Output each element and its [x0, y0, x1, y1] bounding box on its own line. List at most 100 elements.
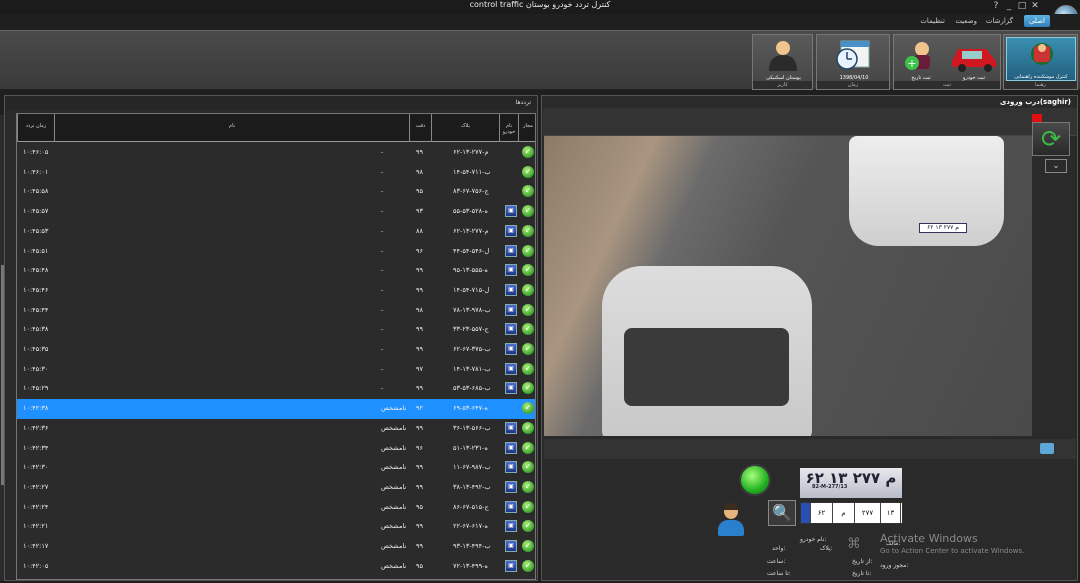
- cell-percent: ۹۶: [416, 443, 423, 452]
- ribbon-group-users: پوستان اسکنیکی کاربر: [752, 34, 813, 90]
- expand-button[interactable]: ⌄: [1045, 159, 1067, 173]
- col-type[interactable]: نام خودرو: [499, 114, 518, 142]
- cell-percent: ۹۹: [416, 285, 423, 294]
- cell-name: نامشخص: [381, 463, 407, 472]
- cell-plate: ۳۸-ب-۴۹۲-۱۳: [453, 482, 491, 491]
- table-row[interactable]: ۱۰:۴۵:۳۵ - ۹۹ ۶۲-ب-۳۷۵-۶۷ ▣ ✓: [17, 340, 535, 360]
- table-row[interactable]: ۱۰:۴۲:۲۷ نامشخص ۹۹ ۳۸-ب-۴۹۲-۱۳ ▣ ✓: [17, 478, 535, 498]
- plate-fields: ۶۲ م ۲۷۷ ۱۳: [800, 502, 903, 524]
- traffic-table: زمان تردد نام دقت پلاک نام خودرو مجاز ۱۰…: [16, 113, 536, 580]
- cell-plate: ۶۲-ب-۳۷۵-۶۷: [453, 345, 491, 353]
- ribbon-group-time: 1398/04/10 زمان: [816, 34, 890, 90]
- plate-cell-number[interactable]: ۲۷۷: [855, 503, 881, 523]
- table-row[interactable]: ۱۰:۴۶:۰۱ - ۹۸ ۱۴-ب-۷۱۱-۵۴ ✓: [17, 163, 535, 183]
- col-plate[interactable]: پلاک: [431, 114, 499, 142]
- cell-plate: ۷۲-ه-۴۹۹-۱۳: [453, 561, 488, 570]
- menu-settings[interactable]: تنظیمات: [915, 15, 950, 27]
- user-button[interactable]: پوستان اسکنیکی: [755, 37, 812, 81]
- cell-plate: ۱۴-ب-۷۸۱-۱۳: [453, 364, 491, 373]
- car-type-icon: ▣: [505, 480, 517, 493]
- recording-indicator: [1032, 114, 1042, 122]
- allowed-check-icon: ✓: [522, 520, 534, 533]
- register-car-button[interactable]: ثبت خودرو: [948, 37, 1000, 81]
- cell-plate: ۱۴-ل-۷۱۵-۵۴: [453, 285, 490, 294]
- col-status[interactable]: مجاز: [518, 114, 535, 142]
- table-row[interactable]: ۱۰:۴۲:۱۷ نامشخص ۹۹ ۹۳-ب-۴۹۴-۱۳ ▣ ✓: [17, 537, 535, 557]
- cell-percent: ۹۵: [416, 561, 423, 570]
- camera-panel: درب ورودی(saghir) ۶۲ م ۲۷۷ ۱۳ ⟳ ⌄ ۶۲ م ۲…: [541, 95, 1078, 581]
- table-row[interactable]: ۱۰:۴۵:۵۸ - ۹۵ ۸۳-ج-۷۵۶-۶۷ ✓: [17, 182, 535, 202]
- help-button[interactable]: ?: [991, 1, 1001, 11]
- gate-control-icon: [1031, 43, 1053, 65]
- table-row[interactable]: ۱۰:۴۵:۴۴ - ۹۸ ۷۸-ب-۹۷۸-۱۳ ▣ ✓: [17, 301, 535, 321]
- table-row[interactable]: ۱۰:۴۵:۵۷ - ۹۳ ۵۵-ه-۵۲۸-۵۳ ▣ ✓: [17, 202, 535, 222]
- menu-bar: اصلی گزارشات وضعیت تنظیمات: [0, 14, 1080, 30]
- control-gate-button[interactable]: کنترل موشکننده راهنمایی: [1006, 37, 1076, 81]
- car-type-icon: ▣: [505, 264, 517, 277]
- minimize-button[interactable]: _: [1004, 1, 1014, 11]
- cell-percent: ۹۷: [416, 364, 423, 373]
- cell-plate: ۳۶-ب-۵۶۶-۱۳: [453, 423, 491, 432]
- cell-percent: ۹۹: [416, 542, 423, 550]
- table-row[interactable]: ۱۰:۴۵:۴۶ - ۹۹ ۱۴-ل-۷۱۵-۵۴ ▣ ✓: [17, 281, 535, 301]
- table-row[interactable]: ۱۰:۴۵:۲۹ - ۹۹ ۵۳-ب-۶۸۵-۵۳ ▣ ✓: [17, 379, 535, 399]
- table-row[interactable]: ۱۰:۴۲:۳۰ نامشخص ۹۹ ۱۱-ب-۹۸۷-۶۷ ▣ ✓: [17, 458, 535, 478]
- ribbon-group-control: کنترل موشکننده راهنمایی رهنما: [1003, 34, 1078, 90]
- menu-main[interactable]: اصلی: [1023, 15, 1050, 27]
- refresh-button[interactable]: ⟳: [1032, 122, 1070, 156]
- table-row[interactable]: ۱۰:۴۲:۲۴ نامشخص ۹۵ ۸۶-ج-۵۱۵-۶۷ ▣ ✓: [17, 498, 535, 518]
- cell-plate: ۳۳-ج-۵۵۷-۲۳: [453, 325, 489, 334]
- cell-name: نامشخص: [381, 482, 407, 491]
- allowed-check-icon: ✓: [522, 146, 534, 158]
- car-type-icon: ▣: [505, 362, 517, 375]
- menu-status[interactable]: وضعیت: [950, 15, 982, 27]
- table-row[interactable]: ۱۰:۴۲:۲۱ نامشخص ۹۹ ۲۲-ه-۶۱۷-۶۷ ▣ ✓: [17, 517, 535, 537]
- allowed-check-icon: ✓: [522, 402, 534, 415]
- table-row[interactable]: ۱۰:۴۲:۰۵ نامشخص ۹۵ ۷۲-ه-۴۹۹-۱۳ ▣ ✓: [17, 557, 535, 577]
- table-row[interactable]: ۱۰:۴۵:۳۰ - ۹۷ ۱۴-ب-۷۸۱-۱۳ ▣ ✓: [17, 360, 535, 380]
- cell-name: -: [381, 266, 384, 275]
- col-name[interactable]: نام: [54, 114, 409, 142]
- search-plate-button[interactable]: 🔍: [768, 500, 796, 526]
- camera-car-foreground: [602, 266, 812, 436]
- plate-cell-letter[interactable]: م: [833, 503, 855, 523]
- date-button[interactable]: 1398/04/10: [819, 37, 889, 81]
- cell-plate: ۶۲-م-۲۷۷-۱۳: [453, 226, 489, 235]
- table-row[interactable]: ۱۰:۴۵:۴۸ - ۹۹ ۹۵-ه-۵۵۵-۱۳ ▣ ✓: [17, 261, 535, 281]
- table-row[interactable]: ۱۰:۴۲:۳۸ نامشخص ۹۲ ۶۹-ه-۶۴۷-۵۳ ✓: [17, 399, 535, 419]
- table-row[interactable]: ۱۰:۴۵:۳۸ - ۹۹ ۳۳-ج-۵۵۷-۲۳ ▣ ✓: [17, 320, 535, 340]
- car-type-icon: ▣: [505, 205, 517, 218]
- camera-snapshot-icon[interactable]: [1040, 443, 1054, 454]
- cell-time: ۱۰:۴۲:۰۵: [23, 561, 49, 570]
- col-time[interactable]: زمان تردد: [17, 114, 54, 142]
- car-type-icon: ▣: [505, 224, 517, 237]
- cell-time: ۱۰:۴۵:۴۶: [23, 285, 49, 294]
- plate-small-text: 82-M-277/13: [812, 484, 848, 490]
- allowed-check-icon: ✓: [522, 362, 534, 375]
- cell-name: -: [381, 246, 384, 255]
- col-percent[interactable]: دقت: [409, 114, 431, 142]
- register-date-button[interactable]: + ثبت تاریخ: [896, 37, 946, 81]
- table-row[interactable]: ۱۰:۴۶:۰۵ - ۹۹ ۶۲-م-۲۷۷-۱۳ ✓: [17, 143, 535, 163]
- allowed-check-icon: ✓: [522, 480, 534, 493]
- table-row[interactable]: ۱۰:۴۵:۵۳ - ۸۸ ۶۲-م-۲۷۷-۱۳ ▣ ✓: [17, 222, 535, 242]
- cell-percent: ۸۸: [416, 226, 423, 235]
- cell-percent: ۹۹: [416, 384, 423, 393]
- allowed-check-icon: ✓: [522, 185, 534, 198]
- table-row[interactable]: ۱۰:۴۲:۳۴ نامشخص ۹۶ ۵۱-ه-۲۳۱-۱۳ ▣ ✓: [17, 439, 535, 459]
- cell-plate: ۴۴-ل-۵۴۶-۵۴: [453, 246, 490, 255]
- menu-reports[interactable]: گزارشات: [981, 15, 1018, 27]
- cell-time: ۱۰:۴۶:۰۱: [23, 167, 49, 176]
- maximize-button[interactable]: □: [1017, 1, 1027, 11]
- allowed-check-icon: ✓: [522, 283, 534, 296]
- close-button[interactable]: ✕: [1030, 1, 1040, 11]
- plate-cell-code[interactable]: ۱۳: [881, 503, 901, 523]
- refresh-icon: ⟳: [1040, 125, 1062, 153]
- table-row[interactable]: ۱۰:۴۲:۳۶ نامشخص ۹۹ ۳۶-ب-۵۶۶-۱۳ ▣ ✓: [17, 419, 535, 439]
- cell-time: ۱۰:۴۵:۳۵: [23, 345, 49, 353]
- allowed-check-icon: ✓: [522, 264, 534, 277]
- gate-open-indicator[interactable]: [739, 464, 771, 496]
- cell-plate: ۸۳-ج-۷۵۶-۶۷: [453, 187, 489, 196]
- plate-cell-region[interactable]: ۶۲: [811, 503, 833, 523]
- table-row[interactable]: ۱۰:۴۵:۵۱ - ۹۶ ۴۴-ل-۵۴۶-۵۴ ▣ ✓: [17, 242, 535, 262]
